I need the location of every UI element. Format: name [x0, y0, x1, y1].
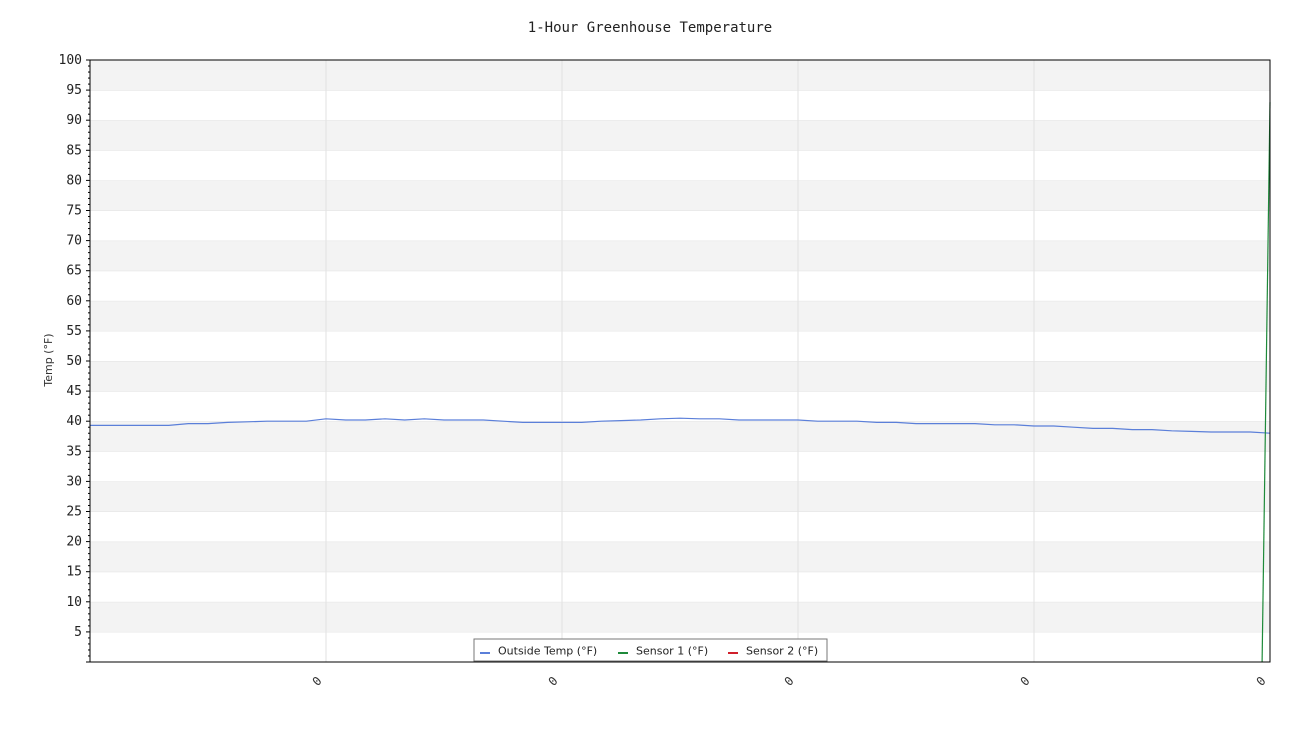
- background-band: [90, 270, 1270, 301]
- y-axis-label: Temp (°F): [42, 333, 55, 387]
- y-tick-label: 55: [66, 324, 82, 339]
- background-band: [90, 60, 1270, 91]
- y-tick-label: 100: [59, 53, 82, 68]
- y-tick-label: 5: [74, 625, 82, 640]
- x-axis-ticks: 0 0 0 0 0: [310, 674, 1269, 689]
- background-band: [90, 391, 1270, 422]
- y-tick-label: 90: [66, 113, 82, 128]
- background-band: [90, 300, 1270, 331]
- y-tick-label: 35: [66, 444, 82, 459]
- y-tick-label: 30: [66, 474, 82, 489]
- legend: Outside Temp (°F) Sensor 1 (°F) Sensor 2 (…: [473, 638, 828, 662]
- x-tick-label: 0: [782, 674, 797, 689]
- chart-title: 1-Hour Greenhouse Temperature: [528, 20, 772, 36]
- background-band: [90, 511, 1270, 542]
- background-band: [90, 150, 1270, 181]
- background-band: [90, 330, 1270, 361]
- y-tick-label: 10: [66, 595, 82, 610]
- y-axis-ticks: 5 10 15 20 25 30 35 40 45 50 55 60 65 70 75 80 85 90 95 100: [59, 53, 82, 640]
- legend-label: Sensor 2 (°F): [746, 645, 818, 658]
- y-axis-minor-ticks: [86, 59, 90, 663]
- background-band: [90, 120, 1270, 151]
- background-band: [90, 240, 1270, 271]
- y-tick-label: 50: [66, 354, 82, 369]
- y-tick-label: 85: [66, 143, 82, 158]
- y-tick-label: 70: [66, 234, 82, 249]
- y-tick-label: 75: [66, 204, 82, 219]
- background-band: [90, 180, 1270, 211]
- legend-label: Sensor 1 (°F): [636, 645, 708, 658]
- y-tick-label: 15: [66, 565, 82, 580]
- y-tick-label: 25: [66, 505, 82, 520]
- legend-label: Outside Temp (°F): [498, 645, 597, 658]
- x-tick-label: 0: [546, 674, 561, 689]
- background-band: [90, 451, 1270, 482]
- y-tick-label: 60: [66, 294, 82, 309]
- plot-background-bands: [90, 59, 1270, 662]
- y-tick-label: 45: [66, 384, 82, 399]
- y-tick-label: 40: [66, 414, 82, 429]
- background-band: [90, 571, 1270, 602]
- background-band: [90, 481, 1270, 512]
- background-band: [90, 601, 1270, 632]
- y-tick-label: 65: [66, 264, 82, 279]
- background-band: [90, 541, 1270, 572]
- background-band: [90, 90, 1270, 121]
- background-band: [90, 361, 1270, 392]
- x-tick-label: 0: [1254, 674, 1269, 689]
- chart-container: 1-Hour Greenhouse Temperature Temp (°F) …: [0, 0, 1300, 750]
- temperature-chart: 1-Hour Greenhouse Temperature Temp (°F) …: [42, 20, 1271, 689]
- background-band: [90, 421, 1270, 452]
- background-band: [90, 210, 1270, 241]
- y-tick-label: 80: [66, 173, 82, 188]
- x-tick-label: 0: [1018, 674, 1033, 689]
- x-tick-label: 0: [310, 674, 325, 689]
- y-tick-label: 95: [66, 83, 82, 98]
- y-tick-label: 20: [66, 535, 82, 550]
